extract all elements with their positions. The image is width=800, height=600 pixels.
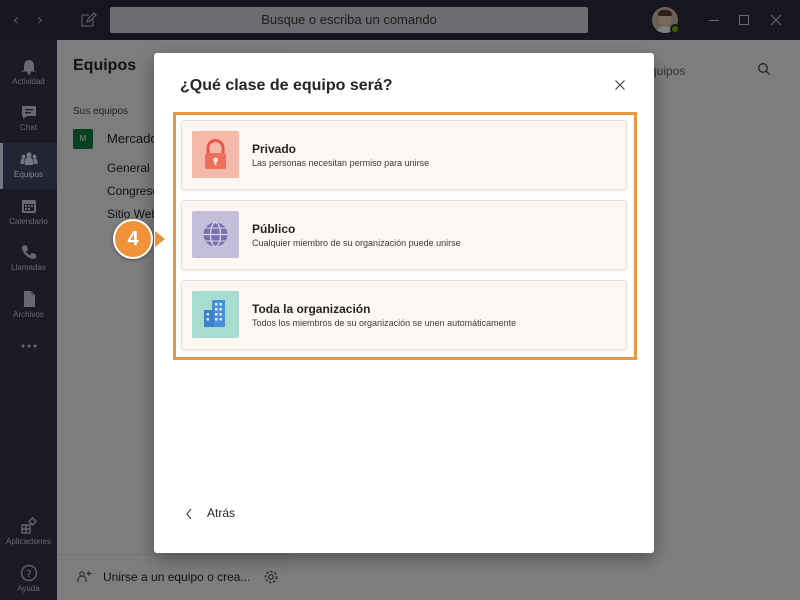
option-description: Todos los miembros de su organización se… (252, 318, 517, 328)
option-description: Cualquier miembro de su organización pue… (252, 238, 461, 248)
option-title: Público (252, 222, 296, 236)
lock-icon (192, 131, 239, 178)
option-title: Toda la organización (252, 302, 371, 316)
building-icon (192, 291, 239, 338)
step-badge: 4 (113, 219, 153, 259)
dialog-title: ¿Qué clase de equipo será? (180, 77, 393, 94)
team-type-dialog: ¿Qué clase de equipo será? Privado Las p… (154, 53, 654, 553)
option-private[interactable]: Privado Las personas necesitan permiso p… (181, 120, 627, 190)
back-label: Atrás (207, 506, 236, 520)
option-public[interactable]: Público Cualquier miembro de su organiza… (181, 200, 627, 270)
option-title: Privado (252, 142, 297, 156)
globe-icon (192, 211, 239, 258)
close-icon[interactable] (612, 77, 628, 93)
chevron-left-icon (186, 508, 192, 520)
option-description: Las personas necesitan permiso para unir… (252, 158, 430, 168)
option-organization[interactable]: Toda la organización Todos los miembros … (181, 280, 627, 350)
step-arrow-icon (155, 231, 165, 247)
